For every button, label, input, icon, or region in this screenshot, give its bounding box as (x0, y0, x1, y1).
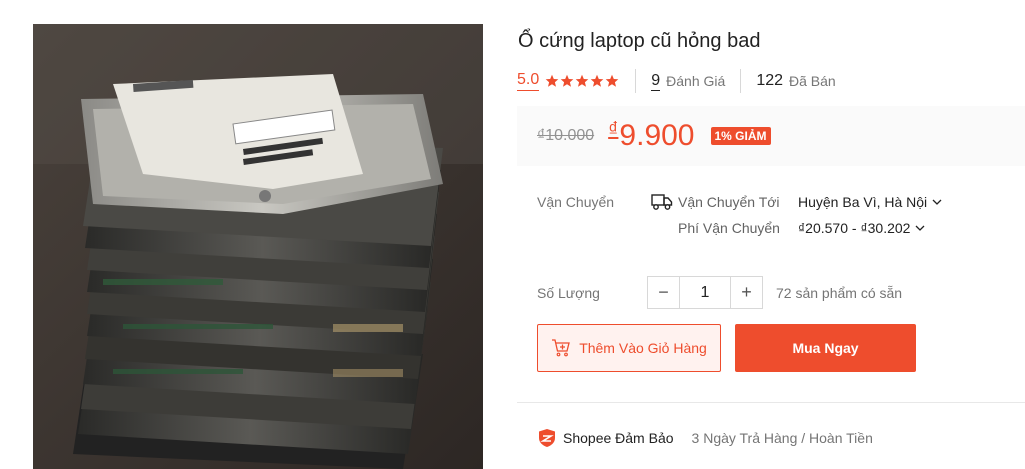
product-title: Ổ cứng laptop cũ hỏng bad (518, 30, 761, 52)
decrease-quantity-button[interactable]: − (647, 276, 680, 309)
hard-drive-stack-photo (33, 24, 483, 469)
sold-count: 122 (756, 72, 784, 89)
shipping-fee-label: Phí Vận Chuyển (678, 220, 780, 236)
cart-plus-icon (552, 339, 571, 357)
current-price: ₫9.900 (608, 119, 694, 153)
current-price-value: 9.900 (619, 119, 695, 152)
shipping-label: Vận Chuyển (537, 194, 615, 210)
discount-badge: 1% GIẢM (710, 127, 771, 145)
shipping-fee-selector[interactable]: ₫20.570 - ₫30.202 (798, 220, 925, 236)
ship-to-selector[interactable]: Huyện Ba Vì, Hà Nội (798, 194, 942, 210)
guarantee-description: 3 Ngày Trả Hàng / Hoàn Tiền (691, 430, 873, 446)
add-to-cart-label: Thêm Vào Giỏ Hàng (579, 340, 707, 356)
original-price: ₫10.000 (537, 127, 595, 144)
star-icon (590, 74, 604, 87)
increase-quantity-button[interactable]: + (730, 276, 763, 309)
section-divider (517, 402, 1025, 403)
currency-symbol: ₫ (608, 119, 619, 141)
shield-icon (539, 429, 555, 447)
quantity-label: Số Lượng (537, 285, 600, 301)
rating-row: 5.0 9 Đánh Giá 122 Đã Bán (517, 69, 836, 93)
star-icon (560, 74, 574, 87)
reviews-count[interactable]: 9 (651, 72, 661, 91)
sold-label: Đã Bán (789, 73, 836, 89)
guarantee-name: Shopee Đảm Bảo (563, 430, 674, 446)
ship-to-label: Vận Chuyển Tới (678, 194, 780, 210)
reviews-label: Đánh Giá (666, 73, 726, 89)
rating-stars (545, 74, 620, 88)
product-info-panel: Ổ cứng laptop cũ hỏng bad 5.0 9 Đánh Giá… (517, 0, 1025, 469)
chevron-down-icon (932, 199, 942, 205)
quantity-input[interactable]: 1 (680, 276, 730, 309)
divider (635, 69, 637, 93)
chevron-down-icon (915, 225, 925, 231)
ship-to-value: Huyện Ba Vì, Hà Nội (798, 194, 928, 210)
buy-now-button[interactable]: Mua Ngay (735, 324, 916, 372)
quantity-stepper: − 1 + (647, 276, 763, 309)
price-box: ₫10.000 ₫9.900 1% GIẢM (517, 106, 1025, 166)
shipping-fee-value: ₫20.570 - ₫30.202 (798, 220, 911, 236)
rating-score[interactable]: 5.0 (517, 71, 540, 91)
star-icon (545, 74, 559, 87)
buy-now-label: Mua Ngay (792, 340, 859, 356)
add-to-cart-button[interactable]: Thêm Vào Giỏ Hàng (537, 324, 721, 372)
stock-text: 72 sản phẩm có sẵn (776, 285, 903, 301)
star-icon (575, 74, 589, 87)
product-image[interactable] (33, 24, 483, 469)
star-icon (605, 74, 619, 87)
shopee-guarantee[interactable]: Shopee Đảm Bảo 3 Ngày Trả Hàng / Hoàn Ti… (537, 428, 873, 448)
truck-icon (651, 194, 673, 210)
divider (740, 69, 742, 93)
